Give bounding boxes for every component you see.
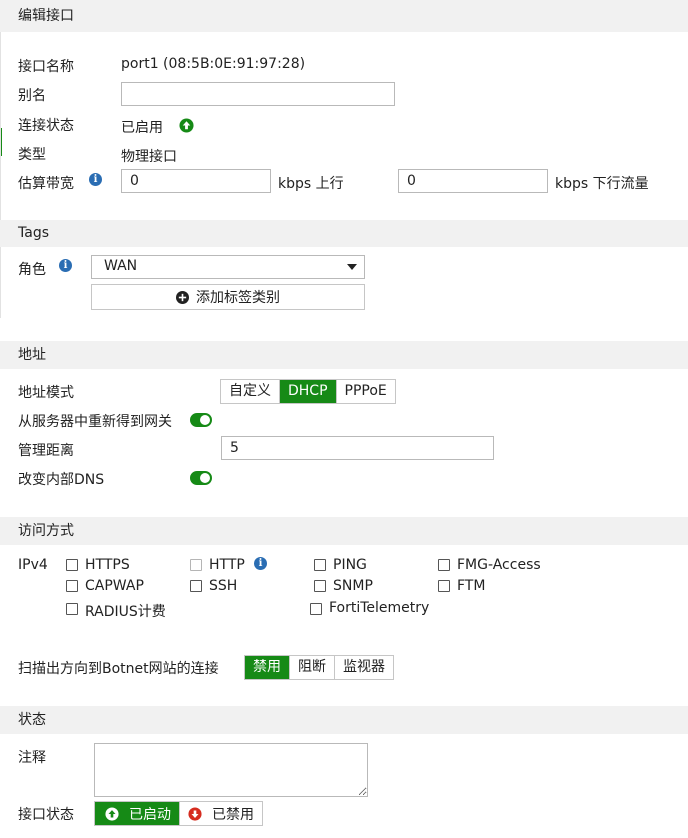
section-header-tags: Tags (0, 220, 688, 247)
ipv4-label: IPv4 (18, 557, 48, 573)
ping-checkbox[interactable] (314, 559, 326, 571)
bandwidth-label: 估算带宽 (18, 176, 74, 192)
ssh-label: SSH (209, 578, 238, 594)
interface-status-selector[interactable]: 已启动 已禁用 (94, 801, 263, 826)
info-icon[interactable]: i (59, 259, 72, 272)
snmp-label: SNMP (333, 578, 373, 594)
address-mode-option-pppoe[interactable]: PPPoE (335, 380, 395, 403)
botnet-scan-label: 扫描出方向到Botnet网站的连接 (18, 661, 219, 677)
role-select-value: WAN (104, 258, 138, 274)
botnet-option-disable[interactable]: 禁用 (245, 656, 289, 679)
interface-name-value: port1 (08:5B:0E:91:97:28) (121, 56, 306, 72)
ping-label: PING (333, 557, 367, 573)
capwap-checkbox[interactable] (66, 580, 78, 592)
link-status-value: 已启用 (121, 120, 163, 136)
ftm-label: FTM (457, 578, 486, 594)
radius-accounting-label: RADIUS计费 (85, 604, 166, 620)
http-checkbox[interactable] (190, 559, 202, 571)
comment-textarea[interactable] (94, 743, 368, 797)
left-divider (0, 0, 1, 318)
section-header-access: 访问方式 (0, 517, 688, 545)
fmg-access-label: FMG-Access (457, 557, 541, 573)
botnet-scan-selector[interactable]: 禁用 阻断 监视器 (244, 655, 394, 680)
role-select[interactable]: WAN (91, 255, 365, 279)
interface-status-disabled-label: 已禁用 (212, 806, 254, 823)
address-mode-option-dhcp[interactable]: DHCP (279, 380, 336, 403)
override-dns-label: 改变内部DNS (18, 472, 105, 488)
plus-circle-icon (176, 290, 189, 304)
https-label: HTTPS (85, 557, 130, 573)
address-mode-label: 地址模式 (18, 385, 74, 401)
type-value: 物理接口 (121, 149, 177, 165)
info-icon[interactable]: i (254, 557, 267, 570)
https-checkbox[interactable] (66, 559, 78, 571)
downstream-unit: kbps 下行流量 (555, 176, 649, 192)
link-status-label: 连接状态 (18, 118, 74, 134)
section-header-status: 状态 (0, 706, 688, 734)
radius-accounting-checkbox[interactable] (66, 603, 78, 615)
fmg-access-checkbox[interactable] (438, 559, 450, 571)
add-tag-category-button[interactable]: 添加标签类别 (91, 284, 365, 310)
comment-label: 注释 (18, 750, 46, 766)
interface-status-disabled-button[interactable]: 已禁用 (179, 802, 262, 825)
admin-distance-label: 管理距离 (18, 443, 74, 459)
fortitelemetry-checkbox[interactable] (310, 603, 322, 615)
interface-name-label: 接口名称 (18, 59, 74, 75)
fortitelemetry-label: FortiTelemetry (329, 600, 430, 616)
alias-label: 别名 (18, 88, 46, 104)
upstream-bandwidth-input[interactable] (121, 169, 271, 193)
role-label: 角色 (18, 262, 46, 278)
upstream-unit: kbps 上行 (278, 176, 344, 192)
retrieve-gateway-toggle[interactable] (190, 413, 212, 427)
downstream-bandwidth-input[interactable] (398, 169, 548, 193)
info-icon[interactable]: i (89, 173, 102, 186)
botnet-option-monitor[interactable]: 监视器 (334, 656, 393, 679)
snmp-checkbox[interactable] (314, 580, 326, 592)
arrow-up-circle-icon (179, 118, 194, 133)
botnet-option-block[interactable]: 阻断 (289, 656, 334, 679)
admin-distance-input[interactable] (221, 436, 494, 460)
ssh-checkbox[interactable] (190, 580, 202, 592)
address-mode-option-custom[interactable]: 自定义 (221, 380, 279, 403)
http-label: HTTP (209, 557, 245, 573)
section-header-edit: 编辑接口 (0, 0, 688, 32)
interface-status-enabled-button[interactable]: 已启动 (95, 802, 179, 825)
arrow-down-circle-icon (188, 806, 202, 821)
arrow-up-circle-icon (105, 806, 119, 821)
add-tag-category-label: 添加标签类别 (196, 290, 280, 306)
override-dns-toggle[interactable] (190, 471, 212, 485)
retrieve-gateway-label: 从服务器中重新得到网关 (18, 414, 172, 430)
interface-status-enabled-label: 已启动 (129, 806, 171, 823)
address-mode-selector[interactable]: 自定义 DHCP PPPoE (220, 379, 396, 404)
section-header-address: 地址 (0, 341, 688, 369)
alias-input[interactable] (121, 82, 395, 106)
interface-status-label: 接口状态 (18, 807, 74, 823)
ftm-checkbox[interactable] (438, 580, 450, 592)
capwap-label: CAPWAP (85, 578, 144, 594)
caret-down-icon (347, 264, 357, 270)
type-label: 类型 (18, 147, 46, 163)
